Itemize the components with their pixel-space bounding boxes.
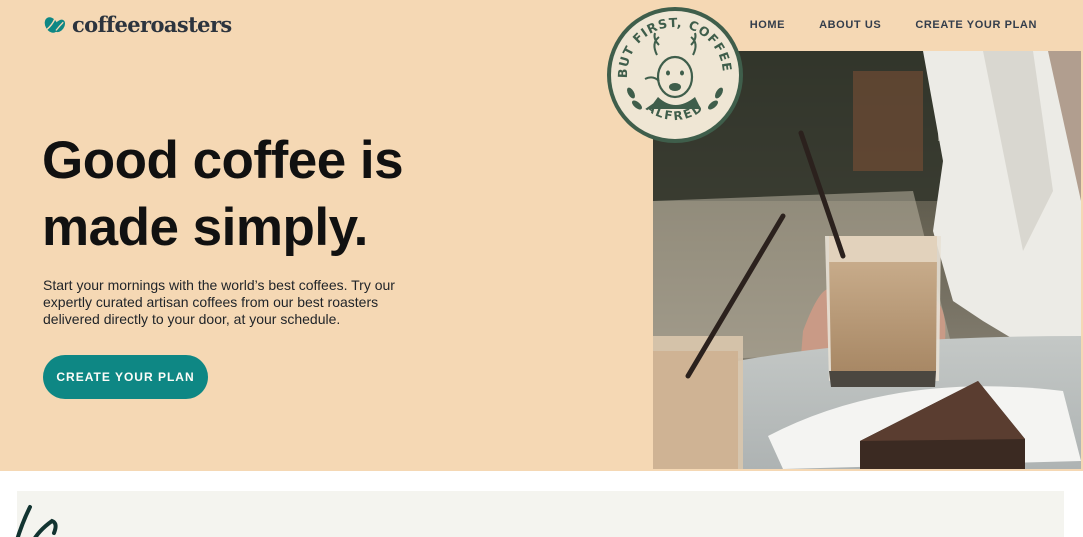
hero-title: Good coffee is made simply. [42,127,404,261]
nav-create-plan[interactable]: CREATE YOUR PLAN [915,19,1037,31]
next-section [17,491,1064,537]
main-nav: HOME ABOUT US CREATE YOUR PLAN [750,19,1037,31]
hero-section: coffeeroasters HOME ABOUT US CREATE YOUR… [0,0,1083,471]
hero-title-line-1: Good coffee is [42,131,404,190]
brand-logo[interactable]: coffeeroasters [44,12,232,37]
hero-description: Start your mornings with the world’s bes… [43,277,395,327]
brush-stroke-icon [15,505,58,537]
brand-name: coffeeroasters [72,12,232,37]
but-first-coffee-badge: BUT FIRST, COFFEE. ALFRED [605,5,743,143]
create-plan-button[interactable]: CREATE YOUR PLAN [43,355,208,399]
nav-home[interactable]: HOME [750,19,785,31]
nav-about-us[interactable]: ABOUT US [819,19,881,31]
coffee-bean-icon [44,16,66,33]
hero-title-line-2: made simply. [42,198,368,257]
